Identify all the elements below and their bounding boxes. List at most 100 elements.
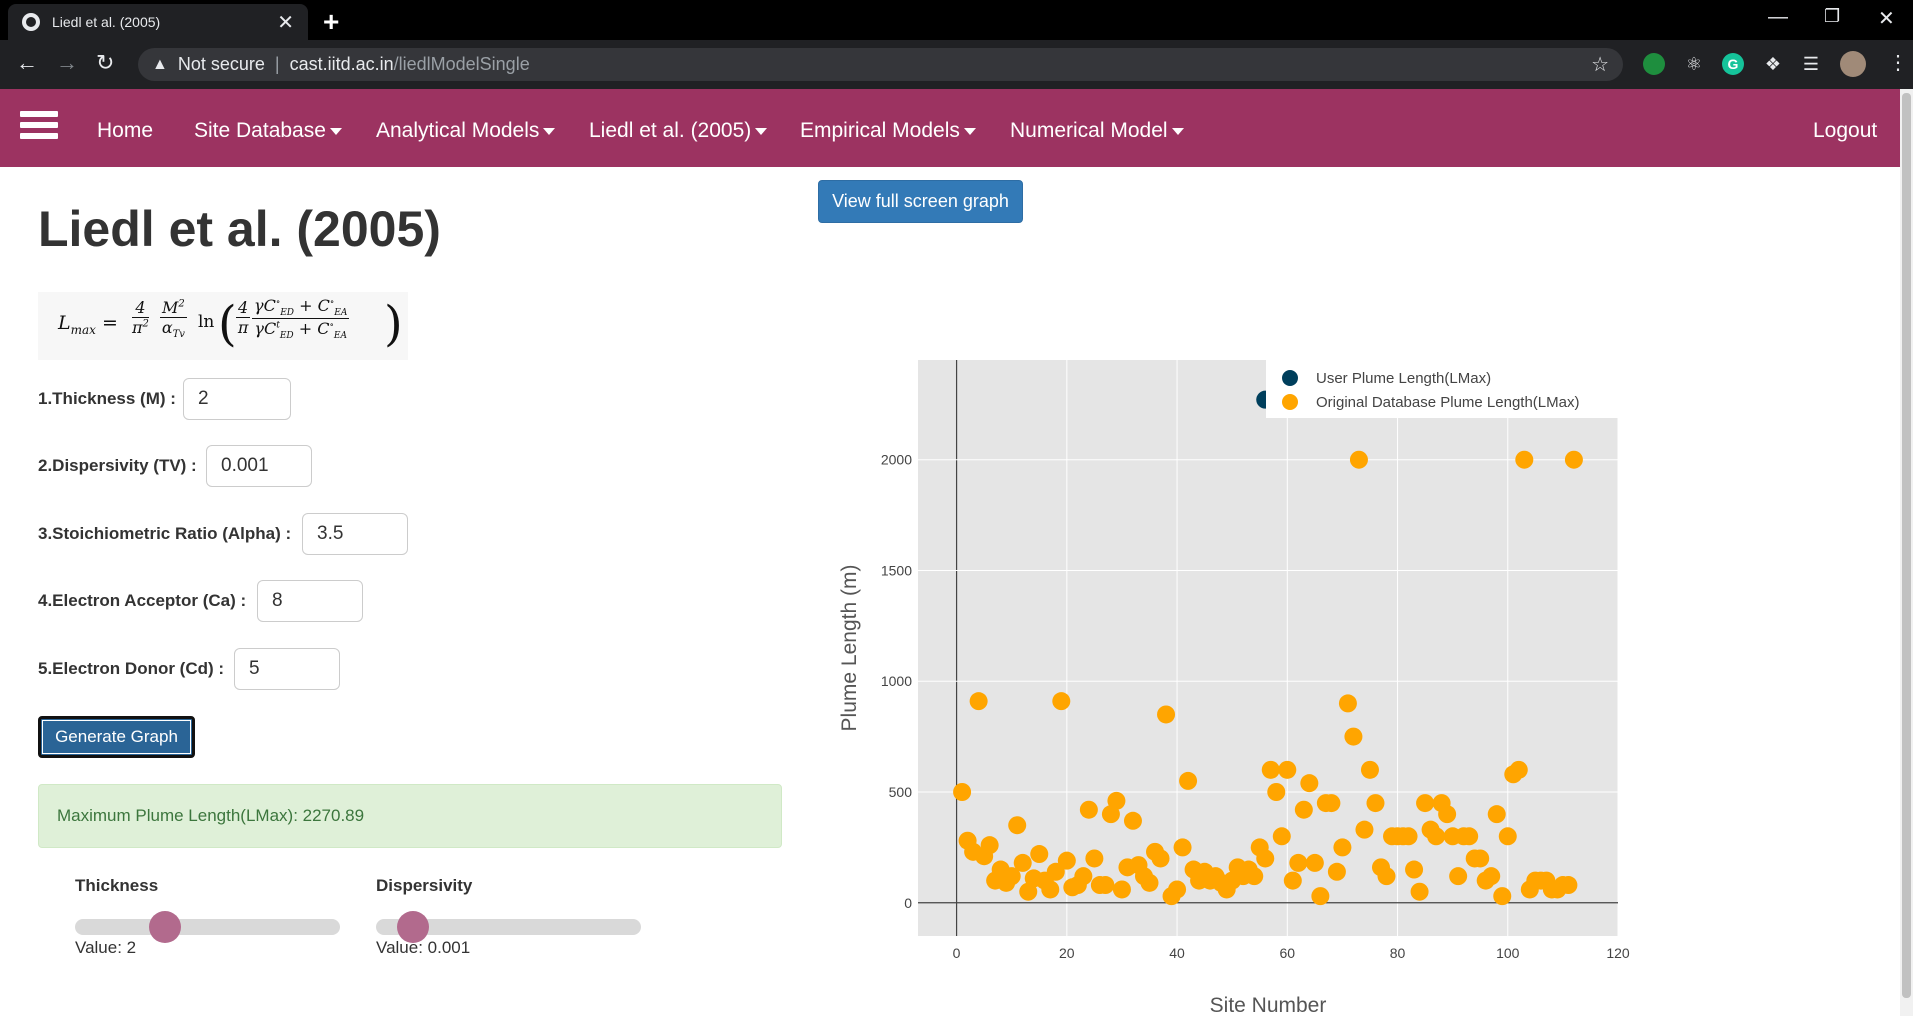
x-tick-label: 20 (1059, 945, 1075, 961)
thickness-slider-knob[interactable] (149, 911, 182, 943)
dispersivity-input[interactable] (206, 445, 312, 487)
thickness-slider[interactable] (75, 911, 340, 943)
legend-marker (1282, 394, 1298, 410)
database-plume-point (1256, 849, 1275, 868)
database-plume-point (1245, 867, 1264, 886)
nav-analytical-models[interactable]: Analytical Models (376, 119, 556, 143)
x-axis-label: Site Number (1210, 994, 1327, 1016)
dispersivity-slider[interactable] (376, 911, 641, 943)
database-plume-point (1123, 811, 1142, 830)
database-plume-point (1360, 760, 1379, 779)
scrollbar-thumb[interactable] (1902, 93, 1911, 998)
nav-site-database[interactable]: Site Database (194, 119, 342, 143)
url-path: /liedlModelSingle (393, 54, 530, 74)
nav-empirical-models-label: Empirical Models (800, 119, 960, 142)
stoichiometric-ratio-label: 3.Stoichiometric Ratio (Alpha) : (38, 524, 292, 543)
chevron-down-icon (755, 127, 768, 135)
legend-entry: User Plume Length(LMax) (1316, 370, 1491, 387)
database-plume-point (1173, 838, 1192, 857)
database-plume-point (1438, 805, 1457, 824)
database-plume-point (1338, 694, 1357, 713)
reload-icon[interactable]: ↻ (96, 50, 114, 76)
nav-numerical-model-label: Numerical Model (1010, 119, 1168, 142)
window-close-icon[interactable]: ✕ (1878, 6, 1895, 31)
extensions-puzzle-icon[interactable]: ❖ (1762, 53, 1784, 75)
database-plume-point (1041, 880, 1060, 899)
database-plume-point (1333, 838, 1352, 857)
legend-marker (1282, 370, 1298, 386)
nav-empirical-models[interactable]: Empirical Models (800, 119, 976, 143)
database-plume-point (1498, 827, 1517, 846)
database-plume-point (1112, 880, 1131, 899)
address-bar[interactable]: ▲ Not secure | cast.iitd.ac.in /liedlMod… (138, 48, 1623, 81)
database-plume-point (1471, 849, 1490, 868)
database-plume-point (1410, 882, 1429, 901)
database-plume-point (1300, 774, 1319, 793)
database-plume-point (969, 692, 988, 711)
page-title: Liedl et al. (2005) (38, 201, 441, 257)
hamburger-menu-icon[interactable] (20, 111, 58, 139)
database-plume-point (1261, 760, 1280, 779)
database-plume-point (1140, 873, 1159, 892)
database-plume-point (1355, 820, 1374, 839)
database-plume-point (1179, 771, 1198, 790)
browser-tabstrip: Liedl et al. (2005) ✕ + — ❐ ✕ (0, 0, 1913, 40)
nav-liedl[interactable]: Liedl et al. (2005) (589, 119, 768, 143)
database-plume-point (1168, 880, 1187, 899)
y-tick-label: 2000 (881, 452, 912, 468)
database-plume-point (953, 783, 972, 801)
legend-entry: Original Database Plume Length(LMax) (1316, 394, 1579, 411)
browser-tab[interactable]: Liedl et al. (2005) ✕ (8, 4, 308, 40)
formula-frac-m2-alpha: M2 αTv (160, 298, 187, 341)
database-plume-point (1052, 692, 1071, 711)
view-full-screen-graph-button[interactable]: View full screen graph (818, 180, 1023, 223)
forward-icon[interactable]: → (56, 50, 78, 76)
nav-home[interactable]: Home (97, 119, 153, 143)
database-plume-point (1344, 727, 1363, 746)
formula-ln: ln (198, 312, 215, 332)
nav-numerical-model[interactable]: Numerical Model (1010, 119, 1184, 143)
generate-graph-button[interactable]: Generate Graph (38, 716, 195, 758)
database-plume-point (1377, 867, 1396, 886)
database-plume-point (1405, 860, 1424, 879)
logout-link[interactable]: Logout (1813, 119, 1877, 143)
page-scrollbar[interactable] (1900, 89, 1913, 1016)
bookmark-star-icon[interactable]: ☆ (1591, 52, 1609, 77)
react-devtools-icon[interactable]: ⚛ (1683, 53, 1705, 75)
chrome-menu-icon[interactable]: ⋮ (1888, 50, 1908, 75)
database-plume-point (1151, 849, 1170, 868)
new-tab-icon[interactable]: + (323, 6, 339, 38)
electron-acceptor-input[interactable] (257, 580, 363, 622)
database-plume-point (1294, 800, 1313, 819)
back-icon[interactable]: ← (16, 50, 38, 76)
electron-donor-label: 5.Electron Donor (Cd) : (38, 659, 225, 678)
restore-icon[interactable]: ❐ (1824, 6, 1840, 27)
database-plume-point (1096, 876, 1115, 895)
database-plume-point (1278, 760, 1297, 779)
database-plume-point (1515, 450, 1534, 469)
electron-donor-input[interactable] (234, 648, 340, 690)
tab-close-icon[interactable]: ✕ (277, 10, 294, 35)
database-plume-point (1289, 853, 1308, 872)
app-navbar: Home Site Database Analytical Models Lie… (0, 89, 1900, 167)
stoichiometric-ratio-input[interactable] (302, 513, 408, 555)
x-tick-label: 40 (1169, 945, 1185, 961)
formula-paren-right: ) (384, 296, 403, 352)
nav-home-label: Home (97, 119, 154, 142)
url-host: cast.iitd.ac.in (289, 54, 394, 74)
database-plume-point (1349, 450, 1368, 469)
formula-paren-left: ( (218, 296, 237, 352)
database-plume-point (1559, 876, 1578, 895)
profile-avatar[interactable] (1840, 51, 1866, 77)
extension-green-icon[interactable] (1643, 53, 1665, 75)
y-tick-label: 1000 (881, 673, 912, 689)
database-plume-point (1493, 887, 1512, 906)
warning-icon: ▲ (152, 55, 168, 73)
database-plume-point (1157, 705, 1176, 724)
grammarly-icon[interactable]: G (1722, 53, 1744, 75)
media-control-icon[interactable]: ☰ (1800, 53, 1822, 75)
database-plume-point (1107, 791, 1126, 810)
thickness-input[interactable] (183, 378, 291, 420)
thickness-slider-value: Value: 2 (75, 938, 137, 957)
minimize-icon[interactable]: — (1768, 6, 1788, 29)
